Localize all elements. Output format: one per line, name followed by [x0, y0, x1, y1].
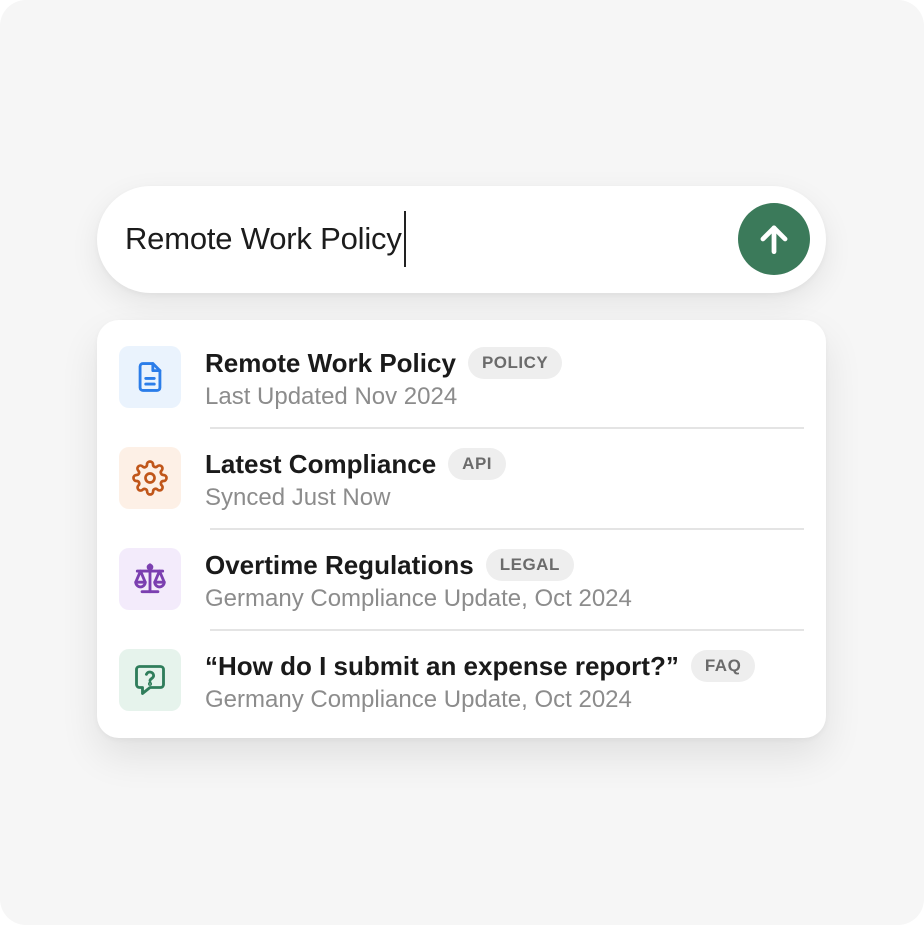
text-caret [403, 211, 406, 267]
result-title-row: Latest Compliance API [205, 447, 507, 481]
search-input[interactable]: Remote Work Policy [125, 208, 406, 270]
result-icon-tile [119, 548, 181, 610]
result-item-expense-report-faq[interactable]: “How do I submit an expense report?” FAQ… [97, 623, 826, 724]
result-item-overtime-regulations[interactable]: Overtime Regulations LEGAL Germany Compl… [97, 522, 826, 623]
result-badge: LEGAL [485, 549, 574, 581]
document-icon [138, 362, 162, 392]
result-subtitle: Germany Compliance Update, Oct 2024 [205, 686, 632, 713]
result-badge: API [448, 448, 507, 480]
result-icon-tile [119, 346, 181, 408]
submit-button[interactable] [738, 203, 810, 275]
result-badge: POLICY [467, 347, 563, 379]
gear-icon [132, 460, 168, 496]
result-title-row: “How do I submit an expense report?” FAQ [205, 649, 756, 683]
result-title-row: Overtime Regulations LEGAL [205, 548, 574, 582]
result-icon-tile [119, 447, 181, 509]
result-title-row: Remote Work Policy POLICY [205, 346, 563, 380]
result-icon-tile [119, 649, 181, 711]
search-input-text: Remote Work Policy [125, 221, 402, 256]
search-bar: Remote Work Policy [97, 186, 826, 293]
result-item-remote-work-policy[interactable]: Remote Work Policy POLICY Last Updated N… [97, 320, 826, 421]
result-title: Remote Work Policy [205, 347, 456, 378]
result-subtitle: Synced Just Now [205, 484, 391, 511]
result-subtitle: Germany Compliance Update, Oct 2024 [205, 585, 632, 612]
results-panel: Remote Work Policy POLICY Last Updated N… [97, 320, 826, 738]
result-title: Overtime Regulations [205, 549, 474, 580]
result-badge: FAQ [690, 650, 756, 682]
scales-icon [134, 563, 166, 594]
result-subtitle: Last Updated Nov 2024 [205, 383, 458, 410]
result-item-latest-compliance[interactable]: Latest Compliance API Synced Just Now [97, 421, 826, 522]
question-chat-icon [135, 665, 165, 695]
arrow-up-icon [760, 225, 788, 255]
result-title: Latest Compliance [205, 448, 437, 479]
result-title: “How do I submit an expense report?” [205, 650, 679, 681]
background-canvas: Remote Work Policy Remote Work Policy PO… [0, 0, 924, 925]
